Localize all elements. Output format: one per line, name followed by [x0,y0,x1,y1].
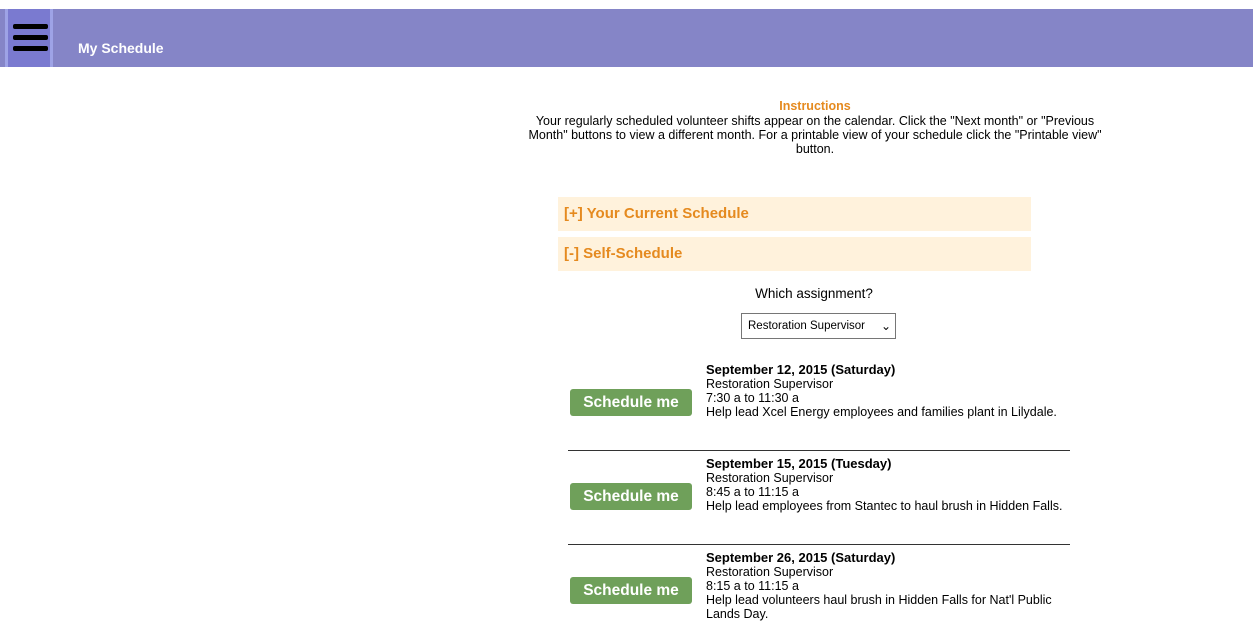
shift-description: Help lead Xcel Energy employees and fami… [706,405,1057,419]
assignment-label: Which assignment? [755,286,873,301]
shift-description: Help lead volunteers haul brush in Hidde… [706,593,1052,621]
instructions-title: Instructions [779,99,851,113]
shift-date: September 15, 2015 (Tuesday) [706,456,892,471]
shift-details: September 15, 2015 (Tuesday) Restoration… [706,456,1066,514]
shift-row: Schedule me September 26, 2015 (Saturday… [568,544,1070,634]
app-header: My Schedule [0,9,1253,67]
shift-row: Schedule me September 15, 2015 (Tuesday)… [568,450,1070,545]
instructions-panel: Instructions Your regularly scheduled vo… [515,99,1115,156]
shift-details: September 12, 2015 (Saturday) Restoratio… [706,362,1066,420]
shift-time: 7:30 a to 11:30 a [706,391,799,405]
current-schedule-toggle[interactable]: [+] Your Current Schedule [558,197,1031,231]
schedule-me-button[interactable]: Schedule me [570,577,692,604]
shift-date: September 12, 2015 (Saturday) [706,362,896,377]
shift-date: September 26, 2015 (Saturday) [706,550,896,565]
page-title: My Schedule [78,40,164,56]
shift-details: September 26, 2015 (Saturday) Restoratio… [706,550,1066,622]
top-strip [0,0,1253,9]
hamburger-menu-icon[interactable] [5,9,53,67]
shift-time: 8:15 a to 11:15 a [706,579,799,593]
self-schedule-toggle[interactable]: [-] Self-Schedule [558,237,1031,271]
shift-role: Restoration Supervisor [706,565,834,579]
schedule-me-button[interactable]: Schedule me [570,389,692,416]
assignment-select[interactable]: Restoration Supervisor ⌄ [741,313,896,339]
shift-row: Schedule me September 12, 2015 (Saturday… [568,362,1070,450]
shift-description: Help lead employees from Stantec to haul… [706,499,1063,513]
assignment-selected-value: Restoration Supervisor [748,320,865,332]
schedule-me-button[interactable]: Schedule me [570,483,692,510]
shift-time: 8:45 a to 11:15 a [706,485,799,499]
instructions-text: Your regularly scheduled volunteer shift… [528,114,1102,156]
shift-role: Restoration Supervisor [706,377,834,391]
chevron-down-icon: ⌄ [880,319,891,333]
shift-role: Restoration Supervisor [706,471,834,485]
